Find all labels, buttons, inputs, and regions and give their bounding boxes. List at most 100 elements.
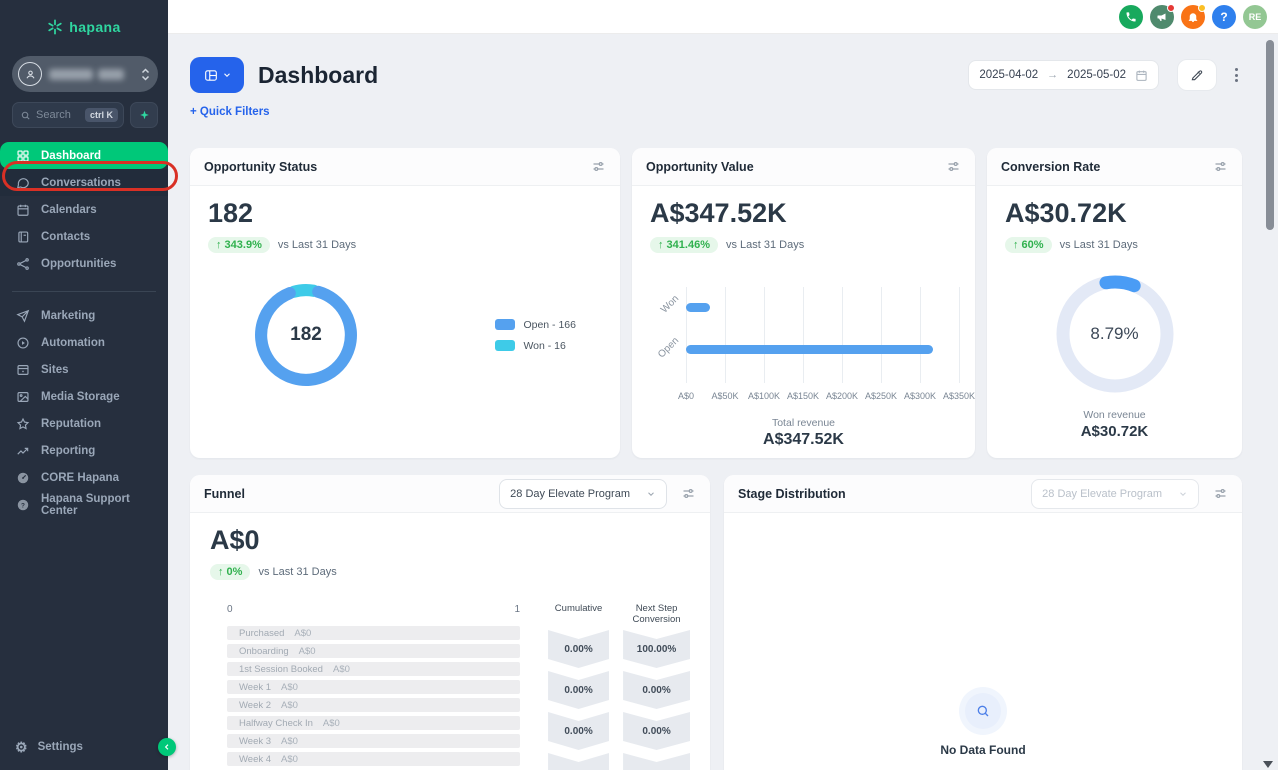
sidebar-item-contacts[interactable]: Contacts [0, 223, 168, 250]
column-header: Next Step Conversion [623, 604, 690, 628]
sidebar-item-opportunities[interactable]: Opportunities [0, 250, 168, 277]
page-title: Dashboard [258, 62, 378, 89]
search-input[interactable]: Search ctrl K [12, 102, 124, 128]
card-settings-icon[interactable] [1213, 486, 1228, 501]
card-title: Funnel [204, 487, 245, 501]
legend-label: Won - 16 [523, 340, 565, 352]
chart-legend: Open - 166 Won - 16 [495, 319, 576, 352]
sparkle-icon [138, 109, 151, 122]
sidebar-item-reputation[interactable]: Reputation [0, 410, 168, 437]
delta-badge: ↑ 343.9% [208, 237, 270, 253]
bar-category-label: Won [651, 293, 681, 323]
phone-button[interactable] [1119, 5, 1143, 29]
card-conversion-rate: Conversion Rate A$30.72K ↑ 60% vs Last 3… [987, 148, 1242, 458]
search-shortcut-badge: ctrl K [85, 108, 118, 122]
sidebar-item-sites[interactable]: Sites [0, 356, 168, 383]
sidebar-item-reporting[interactable]: Reporting [0, 437, 168, 464]
sidebar-item-label: CORE Hapana [41, 472, 119, 484]
next-step-segment: 100.00% [623, 630, 690, 668]
help-button[interactable]: ? [1212, 5, 1236, 29]
arrow-right-icon: → [1047, 69, 1058, 81]
sidebar-item-label: Settings [38, 741, 83, 753]
card-settings-icon[interactable] [681, 486, 696, 501]
sidebar-item-conversations[interactable]: Conversations [0, 169, 168, 196]
sidebar-item-label: Sites [41, 364, 69, 376]
sidebar-item-label: Reputation [41, 418, 101, 430]
scrollbar-thumb[interactable] [1266, 40, 1274, 230]
metric-value: A$0 [210, 525, 690, 556]
ai-assist-button[interactable] [130, 102, 158, 128]
location-name-redacted [49, 69, 137, 80]
opportunities-network-icon [15, 256, 31, 272]
edit-dashboard-button[interactable] [1177, 59, 1217, 91]
location-icon [18, 62, 42, 86]
funnel-stage-label: Purchased [239, 628, 284, 639]
select-value: 28 Day Elevate Program [1042, 488, 1162, 500]
funnel-stage-label: Week 4 [239, 754, 271, 765]
hapana-logo-icon [47, 19, 63, 35]
column-header: Cumulative [548, 604, 609, 628]
paper-plane-icon [15, 308, 31, 324]
select-value: 28 Day Elevate Program [510, 488, 630, 500]
layout-icon [203, 68, 219, 83]
card-settings-icon[interactable] [1213, 159, 1228, 174]
sidebar-item-label: Opportunities [41, 258, 116, 270]
scroll-down-arrow[interactable] [1263, 761, 1273, 768]
sidebar-item-label: Automation [41, 337, 105, 349]
funnel-stage-value: A$0 [281, 700, 298, 711]
sidebar-item-label: Calendars [41, 204, 97, 216]
date-range-picker[interactable]: 2025-04-02 → 2025-05-02 [968, 60, 1159, 90]
funnel-stage-value: A$0 [333, 664, 350, 675]
cumulative-segment: 0.00% [548, 671, 609, 709]
card-funnel: Funnel 28 Day Elevate Program A$0 [190, 475, 710, 770]
sidebar-item-calendars[interactable]: Calendars [0, 196, 168, 223]
star-icon [15, 416, 31, 432]
card-settings-icon[interactable] [946, 159, 961, 174]
funnel-row: Week 3A$0 [227, 734, 520, 748]
user-avatar[interactable]: RE [1243, 5, 1267, 29]
sidebar-item-support-center[interactable]: ? Hapana Support Center [0, 491, 168, 518]
sidebar-collapse-button[interactable] [158, 738, 176, 756]
conversion-gauge-chart: 8.79% [1050, 269, 1180, 399]
value-bar-chart: Won Open A$0 A$50K A$100K A$150K A$200K … [650, 287, 957, 449]
search-icon [20, 110, 31, 121]
delta-badge: ↑ 341.46% [650, 237, 718, 253]
card-settings-icon[interactable] [591, 159, 606, 174]
funnel-stage-label: Week 2 [239, 700, 271, 711]
sidebar-item-marketing[interactable]: Marketing [0, 302, 168, 329]
sidebar-item-automation[interactable]: Automation [0, 329, 168, 356]
dashboard-grid-icon [15, 148, 31, 164]
stage-program-select[interactable]: 28 Day Elevate Program [1031, 479, 1199, 509]
calendar-icon [1135, 69, 1148, 82]
compare-label: vs Last 31 Days [1060, 239, 1138, 251]
funnel-stage-label: Week 3 [239, 736, 271, 747]
question-circle-icon: ? [15, 497, 31, 513]
location-selector[interactable] [12, 56, 158, 92]
funnel-stage-value: A$0 [323, 718, 340, 729]
sidebar-item-dashboard[interactable]: Dashboard [0, 142, 168, 169]
card-title: Opportunity Value [646, 160, 754, 174]
funnel-program-select[interactable]: 28 Day Elevate Program [499, 479, 667, 509]
search-empty-icon [965, 693, 1001, 729]
sidebar: hapana Search ctrl K [0, 0, 168, 770]
no-data-label: No Data Found [940, 743, 1025, 757]
funnel-stage-label: Week 1 [239, 682, 271, 693]
funnel-stage-label: 1st Session Booked [239, 664, 323, 675]
search-placeholder: Search [36, 109, 80, 121]
avatar-initials: RE [1249, 12, 1262, 22]
x-tick: A$200K [826, 391, 858, 401]
sidebar-item-core-hapana[interactable]: CORE Hapana [0, 464, 168, 491]
announcements-button[interactable] [1150, 5, 1174, 29]
sidebar-item-media-storage[interactable]: Media Storage [0, 383, 168, 410]
notifications-button[interactable] [1181, 5, 1205, 29]
more-options-button[interactable] [1231, 64, 1242, 86]
total-revenue-value: A$347.52K [650, 431, 957, 449]
dashboard-layout-button[interactable] [190, 57, 244, 93]
sidebar-item-settings[interactable]: ⚙ Settings [0, 733, 168, 760]
compare-label: vs Last 31 Days [258, 566, 336, 578]
sidebar-nav-primary: Dashboard Conversations Calendars [0, 142, 168, 277]
chat-icon [15, 175, 31, 191]
cumulative-segment: 0.00% [548, 712, 609, 750]
quick-filters-link[interactable]: + Quick Filters [190, 106, 270, 118]
funnel-axis-max: 1 [514, 604, 520, 618]
